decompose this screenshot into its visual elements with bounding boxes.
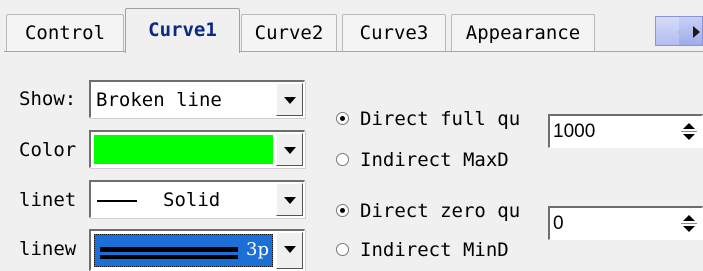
- spin-down-icon: [683, 226, 695, 232]
- color-select[interactable]: [89, 130, 305, 168]
- tab-scroll-left-button[interactable]: [656, 17, 685, 45]
- chevron-down-icon: [284, 97, 296, 104]
- show-select[interactable]: Broken line: [89, 80, 305, 118]
- line-sample: [97, 200, 137, 202]
- linewidth-dropdown-button[interactable]: [276, 232, 303, 269]
- spin-up-icon: [683, 123, 695, 129]
- chevron-down-icon: [284, 197, 296, 204]
- tab-scroll-right-button[interactable]: [679, 17, 702, 45]
- color-dropdown-button[interactable]: [276, 133, 303, 166]
- arrow-right-icon: [693, 26, 700, 38]
- line-sample-thick: [100, 255, 238, 259]
- radio-selected-icon: [336, 204, 349, 217]
- tab-appearance[interactable]: Appearance: [451, 14, 595, 52]
- linetype-value: Solid: [163, 189, 221, 211]
- linewidth-select[interactable]: 3p: [89, 229, 305, 271]
- radio-indirect-min-label: Indirect MinD: [360, 239, 509, 261]
- show-label: Show:: [19, 88, 77, 110]
- spin-divider: [681, 223, 697, 224]
- tab-scroll-buttons: [655, 16, 703, 46]
- linetype-label: linet: [19, 189, 77, 211]
- tab-curve1[interactable]: Curve1: [125, 8, 240, 53]
- tab-curve2[interactable]: Curve2: [241, 14, 337, 52]
- chevron-down-icon: [284, 147, 296, 154]
- min-spin-value: 0: [553, 213, 564, 234]
- max-spin-buttons[interactable]: [679, 120, 699, 144]
- min-spin-buttons[interactable]: [679, 212, 699, 236]
- radio-direct-full-label: Direct full qu: [360, 108, 521, 130]
- tab-curve1-label: Curve1: [148, 19, 217, 41]
- linetype-select[interactable]: Solid: [89, 180, 305, 218]
- radio-indirect-max-label: Indirect MaxD: [360, 149, 509, 171]
- linewidth-label: linew: [19, 238, 77, 260]
- radio-unselected-icon: [336, 243, 349, 256]
- linewidth-value: 3p: [246, 239, 269, 260]
- spin-up-icon: [683, 215, 695, 221]
- tab-appearance-label: Appearance: [465, 22, 581, 44]
- tab-curve3[interactable]: Curve3: [342, 14, 446, 52]
- radio-unselected-icon: [336, 153, 349, 166]
- max-spin-input[interactable]: 1000: [548, 114, 703, 148]
- color-swatch: [94, 135, 273, 164]
- tab-control-label: Control: [24, 22, 106, 44]
- min-spin-input[interactable]: 0: [548, 206, 703, 240]
- chevron-down-icon: [284, 246, 296, 253]
- show-value: Broken line: [96, 89, 222, 111]
- tab-curve2-label: Curve2: [254, 22, 324, 44]
- line-sample-thick: [100, 247, 238, 252]
- linetype-dropdown-button[interactable]: [276, 183, 303, 216]
- max-spin-value: 1000: [553, 121, 596, 142]
- show-dropdown-button[interactable]: [276, 83, 303, 116]
- spin-down-icon: [683, 134, 695, 140]
- color-label: Color: [19, 139, 77, 161]
- tab-strip-border: [4, 51, 703, 52]
- linewidth-selected-item: 3p: [94, 234, 273, 267]
- radio-selected-icon: [336, 112, 349, 125]
- spin-divider: [681, 131, 697, 132]
- radio-direct-zero-label: Direct zero qu: [360, 200, 521, 222]
- tab-curve3-label: Curve3: [359, 22, 429, 44]
- tab-control[interactable]: Control: [6, 14, 124, 52]
